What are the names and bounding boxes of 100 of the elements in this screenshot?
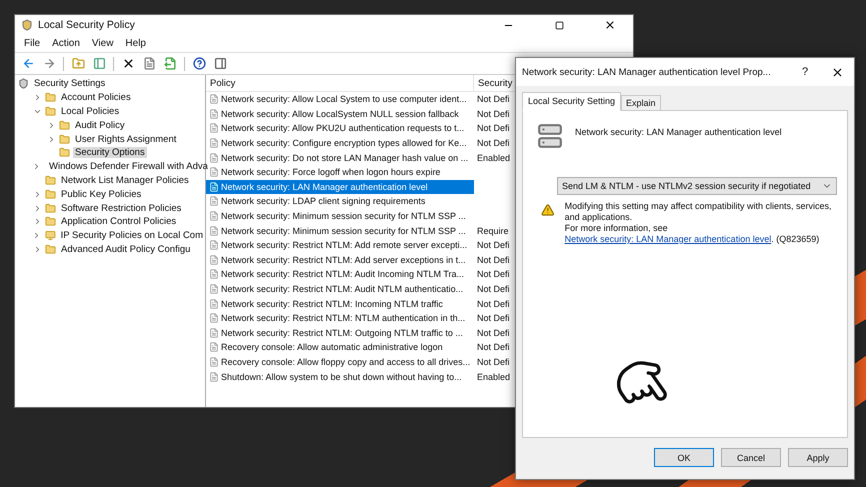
folder-icon	[59, 147, 70, 158]
policy-row[interactable]: Network security: LAN Manager authentication level	[206, 180, 474, 194]
folder-icon	[45, 92, 56, 104]
menu-item[interactable]: Help	[120, 37, 151, 50]
table-cell-text: Not Defi	[476, 298, 510, 309]
menu-item[interactable]: Action	[47, 37, 85, 50]
table-cell-text: Not Defi	[476, 356, 510, 367]
policy-icon	[209, 254, 219, 265]
window-title: Local Security Policy	[38, 19, 136, 31]
folder-icon	[59, 120, 70, 131]
forward-arrow-icon	[42, 57, 56, 70]
folder-icon	[45, 188, 56, 200]
policy-row[interactable]: Network security: Restrict NTLM: Incoming NTLM traffic	[206, 296, 474, 311]
menu-item[interactable]: View	[86, 37, 118, 50]
panel-icon	[214, 57, 226, 70]
policy-row[interactable]: Network security: LDAP client signing requirements	[206, 194, 474, 209]
expand-chevron-icon[interactable]	[32, 162, 41, 172]
help-icon	[192, 57, 206, 70]
policy-row[interactable]: Network security: Restrict NTLM: Add remote server excepti...	[206, 238, 474, 253]
policy-icon	[209, 284, 219, 294]
table-cell-text: Not Defi	[476, 269, 510, 280]
dropdown[interactable]: Send LM & NTLM - use NTLMv2 session security if negotiated	[557, 177, 837, 195]
policy-row[interactable]: Network security: Restrict NTLM: Add server exceptions in t...	[206, 252, 474, 268]
maximize-icon	[554, 20, 564, 30]
tree-item[interactable]: Public Key Policies	[59, 188, 144, 200]
policy-row[interactable]: Network security: Configure encryption types allowed for Ke...	[206, 136, 474, 150]
policy-icon	[209, 269, 219, 280]
dialog-title: Network security: LAN Manager authentication level Prop...	[522, 66, 772, 78]
tree-item[interactable]: User Rights Assignment	[73, 134, 178, 145]
policy-icon	[209, 372, 219, 382]
table-cell-text: Require	[476, 226, 509, 236]
folder-icon	[45, 244, 56, 255]
policy-row[interactable]: Network security: Allow PKU2U authentication requests to t...	[206, 121, 474, 136]
policy-icon	[209, 196, 219, 206]
policy-icon	[209, 328, 219, 338]
table-cell-text: Not Defi	[476, 240, 510, 250]
security-settings-icon	[18, 78, 29, 90]
info-text: For more information, see Network security: LAN Manager authentication level. (Q823659)	[564, 223, 820, 245]
tree-item[interactable]: IP Security Policies on Local Com	[58, 230, 205, 242]
tab[interactable]: Explain	[621, 95, 661, 111]
policy-row[interactable]: Network security: Restrict NTLM: Outgoing NTLM traffic to ...	[206, 326, 474, 340]
policy-icon	[209, 94, 219, 104]
table-cell-text: Not Defi	[476, 254, 510, 265]
policy-row[interactable]: Network security: Allow LocalSystem NULL session fallback	[206, 106, 474, 122]
policy-row[interactable]: Recovery console: Allow automatic administrative logon	[206, 340, 474, 355]
help-button[interactable]: ?	[794, 66, 816, 78]
tab[interactable]: Local Security Setting	[522, 92, 622, 111]
policy-icon	[209, 108, 219, 119]
policy-row[interactable]: Network security: Minimum session security for NTLM SSP ...	[206, 223, 474, 238]
folder-icon	[45, 216, 56, 228]
dialog-button[interactable]: OK	[654, 448, 714, 467]
folder-icon	[45, 106, 56, 117]
dialog-button[interactable]: Apply	[788, 448, 848, 467]
policy-row[interactable]: Recovery console: Allow floppy copy and access to all drives...	[206, 354, 474, 370]
tree-item[interactable]: Local Policies	[59, 106, 122, 117]
dialog-button[interactable]: Cancel	[721, 448, 781, 467]
table-cell-text: Not Defi	[476, 328, 510, 338]
policy-icon	[209, 226, 219, 236]
policy-icon	[209, 152, 219, 163]
table-cell-text: Not Defi	[476, 108, 510, 119]
menu-item[interactable]: File	[19, 37, 46, 50]
table-cell-text: Not Defi	[476, 138, 510, 148]
policy-row[interactable]: Network security: Allow Local System to use computer ident...	[206, 92, 474, 107]
column-header[interactable]: Policy	[206, 75, 474, 91]
policy-row[interactable]: Network security: Minimum session security for NTLM SSP ...	[206, 208, 474, 224]
export-icon	[164, 57, 176, 70]
policy-icon	[209, 123, 219, 134]
tree-item[interactable]: Network List Manager Policies	[59, 174, 191, 186]
app-icon	[21, 19, 33, 31]
table-cell-text: Not Defi	[476, 284, 510, 294]
table-cell-text: Enabled	[476, 372, 510, 382]
table-cell-text: Enabled	[476, 152, 510, 163]
warning-text: Modifying this setting may affect compatibility with clients, services, and applications.	[564, 201, 833, 223]
policy-icon	[209, 313, 219, 324]
table-cell-text: Not Defi	[476, 123, 510, 134]
help-link[interactable]: Network security: LAN Manager authentication level	[564, 234, 772, 244]
table-cell-text: Not Defi	[476, 94, 510, 104]
policy-row[interactable]: Network security: Restrict NTLM: Audit Incoming NTLM Tra...	[206, 267, 474, 282]
folder-icon	[45, 174, 56, 186]
tree-item[interactable]: Application Control Policies	[59, 216, 178, 228]
table-cell-text: Not Defi	[476, 342, 510, 352]
policy-row[interactable]: Network security: Restrict NTLM: NTLM authentication in th...	[206, 310, 474, 326]
tree-item[interactable]: Software Restriction Policies	[59, 202, 184, 214]
tree-item[interactable]: Security Options	[73, 147, 147, 158]
policy-row[interactable]: Network security: Restrict NTLM: Audit NTLM authenticatio...	[206, 282, 474, 296]
policy-icon	[209, 167, 219, 178]
tree-item[interactable]: Audit Policy	[73, 120, 127, 131]
tree-item[interactable]: Security Settings	[32, 78, 108, 90]
policy-row[interactable]: Shutdown: Allow system to be shut down without having to...	[206, 369, 474, 384]
folder-icon	[45, 202, 56, 214]
document-icon	[142, 57, 156, 70]
folder-icon	[59, 134, 70, 145]
policy-icon	[209, 356, 219, 367]
table-cell-text: Not Defi	[476, 313, 510, 324]
tree-item[interactable]: Account Policies	[59, 92, 133, 104]
tree-item[interactable]: Advanced Audit Policy Configu	[59, 244, 192, 255]
policy-icon	[209, 240, 219, 250]
back-arrow-icon	[22, 57, 34, 70]
policy-icon	[209, 182, 219, 192]
close-icon	[604, 19, 616, 31]
